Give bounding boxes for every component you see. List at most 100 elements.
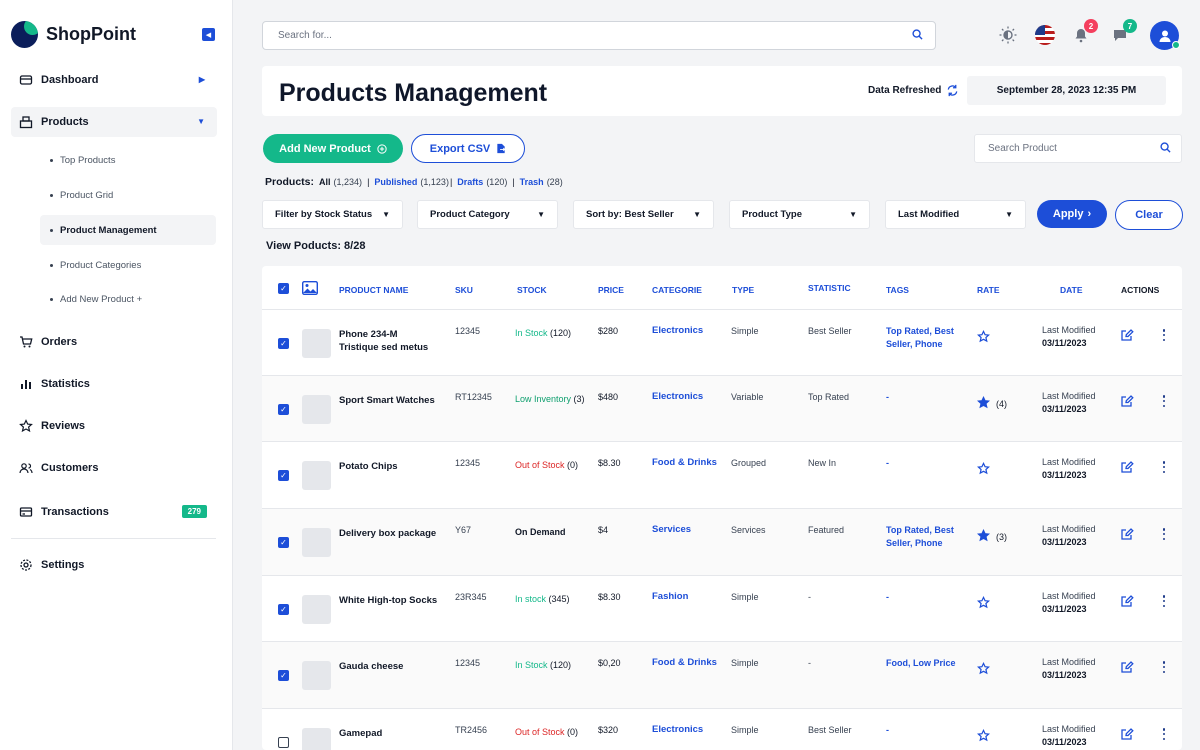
product-category-link[interactable]: Electronics: [652, 325, 703, 338]
star-outline-icon[interactable]: [976, 461, 991, 479]
column-header-price[interactable]: PRICE: [598, 285, 624, 295]
product-thumbnail[interactable]: [302, 395, 331, 424]
edit-icon[interactable]: [1120, 527, 1134, 541]
product-name[interactable]: Sport Smart Watches: [339, 395, 439, 408]
sidebar-subitem-product-categories[interactable]: Product Categories: [40, 250, 216, 280]
stock-status-filter[interactable]: Filter by Stock Status ▼: [262, 200, 403, 229]
product-name[interactable]: Potato Chips: [339, 461, 439, 474]
star-filled-icon[interactable]: [976, 395, 991, 413]
product-thumbnail[interactable]: [302, 595, 331, 624]
more-options-icon[interactable]: [1159, 527, 1169, 541]
sidebar-subitem-add-new-product[interactable]: Add New Product +: [40, 284, 216, 314]
row-checkbox[interactable]: [278, 737, 289, 748]
product-thumbnail[interactable]: [302, 528, 331, 557]
global-search-input[interactable]: [278, 30, 912, 41]
sidebar-item-customers[interactable]: Customers: [11, 453, 217, 483]
product-name[interactable]: White High-top Socks: [339, 595, 439, 608]
status-published-link[interactable]: Published: [374, 177, 417, 187]
product-tags[interactable]: Top Rated, Best Seller, Phone: [886, 325, 958, 350]
product-rating[interactable]: [976, 595, 996, 613]
sort-by-filter[interactable]: Sort by: Best Seller ▼: [573, 200, 714, 229]
select-all-checkbox[interactable]: [278, 283, 289, 294]
sidebar-subitem-product-management[interactable]: Product Management: [40, 215, 216, 245]
product-rating[interactable]: [976, 461, 996, 479]
row-checkbox[interactable]: [278, 670, 289, 681]
product-category-link[interactable]: Food & Drinks: [652, 657, 717, 670]
table-row[interactable]: Potato Chips 12345 Out of Stock (0) $8.30 Fo…: [262, 441, 1182, 508]
more-options-icon[interactable]: [1159, 460, 1169, 474]
row-checkbox[interactable]: [278, 338, 289, 349]
product-rating[interactable]: [976, 728, 996, 746]
column-header-stock[interactable]: STOCK: [517, 285, 547, 295]
language-flag-icon[interactable]: [1035, 25, 1055, 45]
product-thumbnail[interactable]: [302, 461, 331, 490]
row-checkbox[interactable]: [278, 604, 289, 615]
theme-toggle-icon[interactable]: [998, 25, 1018, 45]
last-modified-filter[interactable]: Last Modified ▼: [885, 200, 1026, 229]
search-icon[interactable]: [912, 27, 923, 45]
edit-icon[interactable]: [1120, 594, 1134, 608]
more-options-icon[interactable]: [1159, 727, 1169, 741]
table-row[interactable]: Gamepad TR2456 Out of Stock (0) $320 Electro…: [262, 708, 1182, 750]
status-trash-link[interactable]: Trash: [520, 177, 544, 187]
product-category-link[interactable]: Services: [652, 524, 691, 537]
edit-icon[interactable]: [1120, 460, 1134, 474]
sidebar-item-statistics[interactable]: Statistics: [11, 369, 217, 399]
more-options-icon[interactable]: [1159, 394, 1169, 408]
messages-icon[interactable]: 7: [1110, 19, 1137, 45]
table-row[interactable]: White High-top Socks 23R345 In stock (345)…: [262, 575, 1182, 642]
column-header-rate[interactable]: RATE: [977, 285, 1000, 295]
product-category-link[interactable]: Food & Drinks: [652, 457, 717, 470]
sidebar-item-reviews[interactable]: Reviews: [11, 411, 217, 441]
star-outline-icon[interactable]: [976, 728, 991, 746]
edit-icon[interactable]: [1120, 328, 1134, 342]
sidebar-item-settings[interactable]: Settings: [11, 550, 217, 580]
product-name[interactable]: Delivery box package: [339, 528, 439, 541]
product-name[interactable]: Gauda cheese: [339, 661, 439, 674]
product-type-filter[interactable]: Product Type ▼: [729, 200, 870, 229]
product-thumbnail[interactable]: [302, 728, 331, 750]
apply-button[interactable]: Apply ›: [1037, 200, 1107, 228]
table-row[interactable]: Gauda cheese 12345 In Stock (120) $0,20 Food…: [262, 641, 1182, 708]
product-name[interactable]: Phone 234-M Tristique sed metus: [339, 329, 439, 354]
column-header-name[interactable]: PRODUCT NAME: [339, 285, 408, 295]
product-thumbnail[interactable]: [302, 661, 331, 690]
sidebar-item-transactions[interactable]: Transactions 279: [11, 497, 217, 527]
product-tags[interactable]: -: [886, 457, 958, 470]
brand[interactable]: ShopPoint: [11, 20, 136, 48]
table-row[interactable]: Phone 234-M Tristique sed metus 12345 In S…: [262, 309, 1182, 376]
edit-icon[interactable]: [1120, 727, 1134, 741]
product-rating[interactable]: [976, 661, 996, 679]
product-category-link[interactable]: Electronics: [652, 391, 703, 404]
product-category-link[interactable]: Electronics: [652, 724, 703, 737]
column-header-type[interactable]: TYPE: [732, 285, 754, 295]
notifications-bell-icon[interactable]: 2: [1071, 19, 1098, 45]
product-tags[interactable]: -: [886, 724, 958, 737]
product-name[interactable]: Gamepad: [339, 728, 439, 741]
sidebar-item-dashboard[interactable]: Dashboard ▶: [11, 65, 217, 95]
refresh-icon[interactable]: [946, 84, 959, 97]
column-header-category[interactable]: CATEGORIE: [652, 285, 702, 295]
status-all-link[interactable]: All: [319, 177, 331, 187]
product-rating[interactable]: (4): [976, 395, 1007, 413]
product-tags[interactable]: Top Rated, Best Seller, Phone: [886, 524, 958, 549]
product-category-link[interactable]: Fashion: [652, 591, 688, 604]
sidebar-subitem-product-grid[interactable]: Product Grid: [40, 180, 216, 210]
search-icon[interactable]: [1160, 140, 1171, 158]
product-tags[interactable]: -: [886, 391, 958, 404]
global-search[interactable]: [262, 21, 936, 50]
sidebar-item-orders[interactable]: Orders: [11, 327, 217, 357]
collapse-sidebar-icon[interactable]: ◀: [202, 28, 215, 41]
column-header-date[interactable]: DATE: [1060, 285, 1083, 295]
product-tags[interactable]: Food, Low Price: [886, 657, 958, 670]
more-options-icon[interactable]: [1159, 328, 1169, 342]
column-header-statistic[interactable]: STATISTIC: [808, 283, 851, 293]
star-filled-icon[interactable]: [976, 528, 991, 546]
product-search-input[interactable]: [988, 143, 1160, 154]
column-header-tags[interactable]: TAGS: [886, 285, 909, 295]
product-thumbnail[interactable]: [302, 329, 331, 358]
more-options-icon[interactable]: [1159, 594, 1169, 608]
star-outline-icon[interactable]: [976, 661, 991, 679]
star-outline-icon[interactable]: [976, 329, 991, 347]
product-tags[interactable]: -: [886, 591, 958, 604]
